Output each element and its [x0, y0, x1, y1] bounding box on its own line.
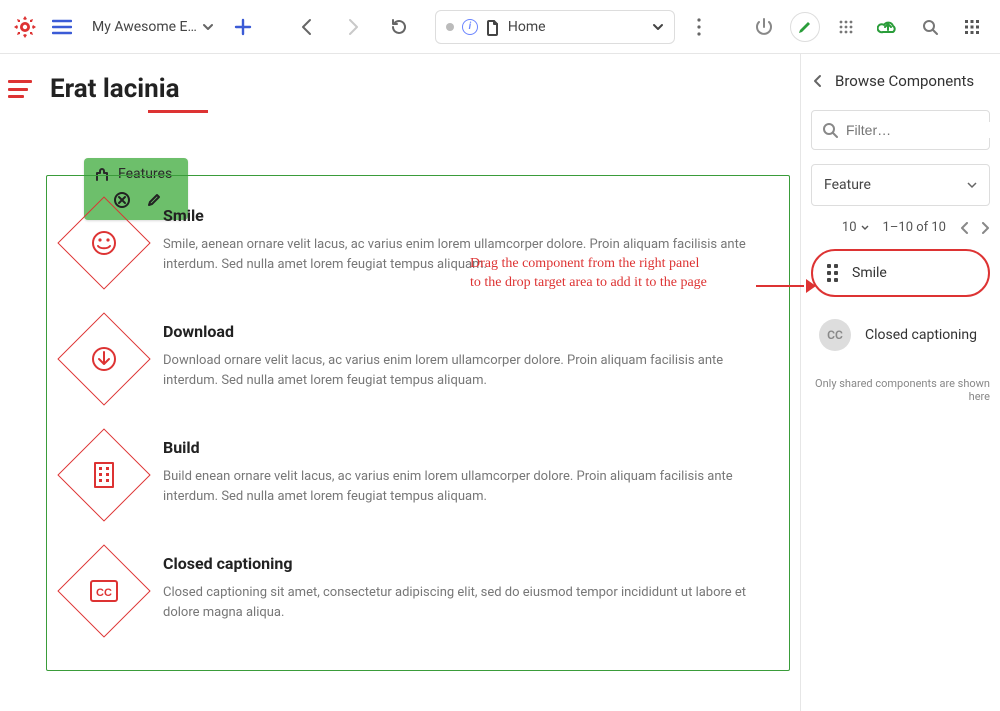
feature-title: Smile: [163, 206, 767, 225]
apps-grid-icon[interactable]: [956, 11, 988, 43]
component-type-select[interactable]: Feature: [811, 164, 990, 206]
feature-row: Download Download ornare velit lacus, ac…: [57, 304, 771, 420]
feature-title: Closed captioning: [163, 554, 767, 573]
edit-mode-button[interactable]: [790, 12, 820, 42]
feature-desc: Download ornare velit lacus, ac varius e…: [163, 351, 767, 390]
more-button[interactable]: [683, 11, 715, 43]
feature-icon-diamond: [57, 428, 150, 521]
right-panel: Browse Components Feature 10 1–10 of 10: [800, 54, 1000, 711]
nav-reload-button[interactable]: [383, 11, 415, 43]
feature-icon-diamond: [57, 196, 150, 289]
drop-target[interactable]: Smile Smile, aenean ornare velit lacus, …: [46, 175, 790, 671]
select-value: Feature: [824, 177, 871, 193]
closed-caption-icon: CC: [89, 579, 119, 603]
nav-history: [291, 11, 415, 43]
power-icon[interactable]: [748, 11, 780, 43]
main-canvas: Erat lacinia Features: [40, 54, 800, 711]
page-title: Erat lacinia: [46, 74, 790, 104]
component-pager: 10 1–10 of 10: [811, 220, 990, 235]
component-item-smile[interactable]: Smile: [811, 249, 990, 297]
component-item-label: Smile: [852, 265, 887, 281]
title-underline: [148, 110, 208, 113]
caret-down-icon: [967, 180, 977, 190]
pager-next-button[interactable]: [980, 222, 990, 234]
left-rail: [0, 54, 40, 711]
breadcrumb-caret-icon: [652, 21, 664, 33]
building-icon: [91, 460, 117, 490]
feature-icon-diamond: [57, 312, 150, 405]
right-panel-header: Browse Components: [811, 72, 990, 96]
feature-desc: Build enean ornare velit lacus, ac variu…: [163, 467, 767, 506]
component-item-closed-captioning[interactable]: CC Closed captioning: [811, 311, 990, 359]
hint-arrow-icon: [756, 282, 816, 290]
grid-icon[interactable]: [830, 11, 862, 43]
pager-prev-button[interactable]: [960, 222, 970, 234]
nav-forward-button[interactable]: [337, 11, 369, 43]
document-icon: [486, 20, 500, 36]
feature-title: Download: [163, 322, 767, 341]
download-icon: [90, 345, 118, 373]
filter-input[interactable]: [846, 122, 1000, 138]
feature-desc: Closed captioning sit amet, consectetur …: [163, 583, 767, 622]
panel-back-button[interactable]: [811, 74, 825, 88]
project-name: My Awesome E…: [92, 19, 197, 35]
breadcrumb-status-dot: [446, 23, 454, 31]
panel-footer-note: Only shared components are shown here: [811, 377, 990, 403]
breadcrumb-label: Home: [508, 19, 546, 35]
filter-input-wrapper[interactable]: [811, 110, 990, 150]
top-toolbar: My Awesome E… i Home: [0, 0, 1000, 54]
add-tab-button[interactable]: [227, 11, 259, 43]
app-logo-icon: [12, 14, 38, 40]
component-item-label: Closed captioning: [865, 327, 977, 343]
search-button[interactable]: [914, 11, 946, 43]
avatar: CC: [819, 319, 851, 351]
svg-text:CC: CC: [96, 587, 112, 599]
feature-row: Build Build enean ornare velit lacus, ac…: [57, 420, 771, 536]
breadcrumb[interactable]: i Home: [435, 10, 675, 44]
info-icon: i: [462, 19, 478, 35]
feature-icon-diamond: CC: [57, 544, 150, 637]
search-icon: [822, 122, 838, 138]
caret-down-icon: [203, 22, 213, 32]
panel-title: Browse Components: [835, 72, 974, 90]
page-menu-icon[interactable]: [8, 80, 32, 98]
hint-annotation: Drag the component from the right panel …: [470, 255, 707, 293]
nav-back-button[interactable]: [291, 11, 323, 43]
project-tab[interactable]: My Awesome E…: [86, 15, 219, 39]
page-range: 1–10 of 10: [883, 220, 946, 235]
feature-title: Build: [163, 438, 767, 457]
drag-handle-icon[interactable]: [827, 264, 838, 282]
page-size-select[interactable]: 10: [842, 220, 869, 235]
main-menu-icon[interactable]: [46, 11, 78, 43]
smile-icon: [90, 229, 118, 257]
cloud-sync-icon[interactable]: [872, 11, 904, 43]
feature-row: CC Closed captioning Closed captioning s…: [57, 536, 771, 652]
toolbar-right-actions: [748, 11, 988, 43]
